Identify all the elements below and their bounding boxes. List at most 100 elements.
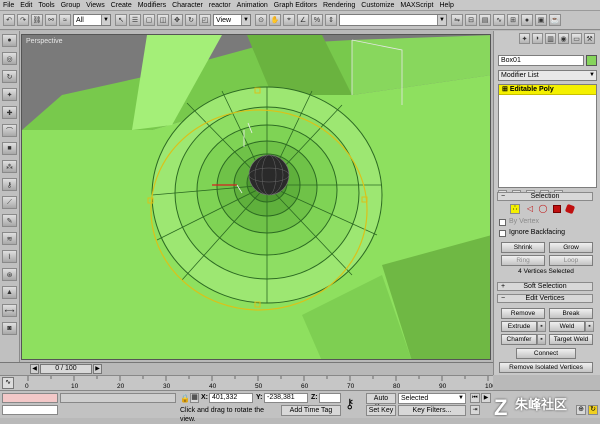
chamfer-button[interactable]: Chamfer	[501, 334, 537, 345]
weld-settings-icon[interactable]: ▪	[585, 321, 594, 332]
paint-icon[interactable]: ▲	[2, 286, 17, 299]
maxscript-listener-field[interactable]	[2, 393, 58, 403]
cube-icon[interactable]: ■	[2, 142, 17, 155]
maxscript-output-field[interactable]	[2, 405, 58, 415]
next-frame-icon[interactable]: ▶	[93, 364, 102, 374]
menu-item-edit[interactable]: Edit	[20, 2, 32, 9]
undo-icon[interactable]: ↶	[3, 14, 15, 26]
angle-snap-icon[interactable]: ∠	[297, 14, 309, 26]
helper-icon[interactable]: ✚	[2, 106, 17, 119]
menu-item-group[interactable]: Group	[61, 2, 80, 9]
shapes-icon[interactable]: ◎	[2, 52, 17, 65]
track-bar-ruler[interactable]: ∿ 0102030405060708090100	[0, 375, 493, 390]
particle-icon[interactable]: ⁂	[2, 160, 17, 173]
chamfer-settings-icon[interactable]: ▪	[537, 334, 546, 345]
bone-icon[interactable]: ⟋	[2, 196, 17, 209]
select-manipulate-icon[interactable]: ✋	[269, 14, 281, 26]
vertex-mode-icon[interactable]: ∴	[510, 204, 520, 214]
menu-item-graph-editors[interactable]: Graph Editors	[274, 2, 317, 9]
percent-snap-icon[interactable]: %	[311, 14, 323, 26]
key-filters-button[interactable]: Key Filters...	[398, 405, 466, 416]
menu-item-rendering[interactable]: Rendering	[323, 2, 355, 9]
render-setup-icon[interactable]: ▣	[535, 14, 547, 26]
viewport-label[interactable]: Perspective	[26, 38, 63, 45]
selection-rollout-header[interactable]: − Selection	[497, 192, 593, 201]
select-object-icon[interactable]: ↖	[115, 14, 127, 26]
menu-item-customize[interactable]: Customize	[361, 2, 394, 9]
menu-item-maxscript[interactable]: MAXScript	[400, 2, 433, 9]
object-color-swatch[interactable]	[586, 55, 597, 66]
edit-vertices-rollout-header[interactable]: − Edit Vertices	[497, 294, 593, 303]
key-mode-dropdown[interactable]: Selected ▼	[398, 393, 466, 404]
extrude-button[interactable]: Extrude	[501, 321, 537, 332]
menu-item-create[interactable]: Create	[111, 2, 132, 9]
ignore-backfacing-checkbox[interactable]	[499, 230, 506, 237]
add-time-tag-button[interactable]: Add Time Tag	[281, 405, 341, 416]
expand-icon[interactable]: ⊞	[502, 86, 510, 93]
object-name-field[interactable]: Box01	[498, 55, 584, 66]
layer-manager-icon[interactable]: ▤	[479, 14, 491, 26]
select-move-icon[interactable]: ✥	[171, 14, 183, 26]
z-coordinate-field[interactable]	[319, 393, 341, 403]
extrude-settings-icon[interactable]: ▪	[537, 321, 546, 332]
soft-selection-rollout-header[interactable]: + Soft Selection	[497, 282, 593, 291]
material-editor-icon[interactable]: ●	[521, 14, 533, 26]
y-coordinate-field[interactable]: -238,381	[264, 393, 308, 403]
zoom-region-icon[interactable]: ⊕	[576, 405, 586, 415]
auto-key-button[interactable]: Auto Key	[366, 393, 396, 411]
key-mode-toggle-icon[interactable]: ⇥	[470, 405, 480, 415]
grow-button[interactable]: Grow	[549, 242, 593, 253]
named-selection-sets-dropdown[interactable]: ▼	[339, 14, 447, 26]
lock-icon[interactable]: 🔒	[180, 394, 190, 403]
ring-button[interactable]: Ring	[501, 255, 545, 266]
sculpt-icon[interactable]: ✎	[2, 214, 17, 227]
menu-item-file[interactable]: File	[3, 2, 14, 9]
select-rotate-icon[interactable]: ↻	[185, 14, 197, 26]
set-key-button[interactable]: Set Key	[366, 405, 396, 416]
border-mode-icon[interactable]: ◯	[538, 204, 548, 214]
go-to-start-icon[interactable]: ⏮	[470, 393, 480, 403]
absolute-mode-icon[interactable]: ▦	[190, 393, 199, 403]
selection-filter-dropdown[interactable]: All ▼	[73, 14, 111, 26]
link-icon[interactable]: ⛓	[31, 14, 43, 26]
key-icon[interactable]: ⚷	[345, 396, 355, 412]
menu-item-character[interactable]: Character	[172, 2, 203, 9]
loop-button[interactable]: Loop	[549, 255, 593, 266]
hierarchy-tab-icon[interactable]: ▥	[545, 33, 556, 44]
window-crossing-icon[interactable]: ◫	[157, 14, 169, 26]
previous-frame-icon[interactable]: ◀	[30, 364, 39, 374]
display-tab-icon[interactable]: ▭	[571, 33, 582, 44]
shrink-button[interactable]: Shrink	[501, 242, 545, 253]
redo-icon[interactable]: ↷	[17, 14, 29, 26]
pivot-center-icon[interactable]: ⊙	[255, 14, 267, 26]
unlink-icon[interactable]: ⚯	[45, 14, 57, 26]
arc-rotate-icon[interactable]: ↻	[588, 405, 598, 415]
polygon-mode-icon[interactable]	[553, 205, 561, 213]
play-icon[interactable]: ▶	[481, 393, 491, 403]
bend-icon[interactable]: ⌒	[2, 124, 17, 137]
time-slider-thumb[interactable]: 0 / 100	[40, 364, 92, 374]
reactor-icon[interactable]: ⊛	[2, 268, 17, 281]
x-coordinate-field[interactable]: 401,332	[209, 393, 253, 403]
menu-item-modifiers[interactable]: Modifiers	[138, 2, 166, 9]
cloth-icon[interactable]: ≋	[2, 232, 17, 245]
rotate-icon[interactable]: ↻	[2, 70, 17, 83]
quick-render-icon[interactable]: ☕	[549, 14, 561, 26]
by-vertex-checkbox[interactable]	[499, 219, 506, 226]
utilities-tab-icon[interactable]: ⚒	[584, 33, 595, 44]
spinner-snap-icon[interactable]: ⇕	[325, 14, 337, 26]
rectangular-selection-icon[interactable]: ▢	[143, 14, 155, 26]
connect-button[interactable]: Connect	[516, 348, 576, 359]
reference-coord-dropdown[interactable]: View ▼	[213, 14, 251, 26]
modify-tab-icon[interactable]: ◗	[532, 33, 543, 44]
element-mode-icon[interactable]	[564, 203, 576, 215]
measure-icon[interactable]: ⟷	[2, 304, 17, 317]
select-scale-icon[interactable]: ◰	[199, 14, 211, 26]
schematic-view-icon[interactable]: ⊞	[507, 14, 519, 26]
remove-isolated-vertices-button[interactable]: Remove Isolated Vertices	[499, 362, 593, 373]
hair-icon[interactable]: ⌇	[2, 250, 17, 263]
modifier-stack-item[interactable]: ⊞ Editable Poly	[499, 85, 596, 95]
menu-item-tools[interactable]: Tools	[38, 2, 54, 9]
camera-icon[interactable]: ◙	[2, 322, 17, 335]
select-by-name-icon[interactable]: ☰	[129, 14, 141, 26]
